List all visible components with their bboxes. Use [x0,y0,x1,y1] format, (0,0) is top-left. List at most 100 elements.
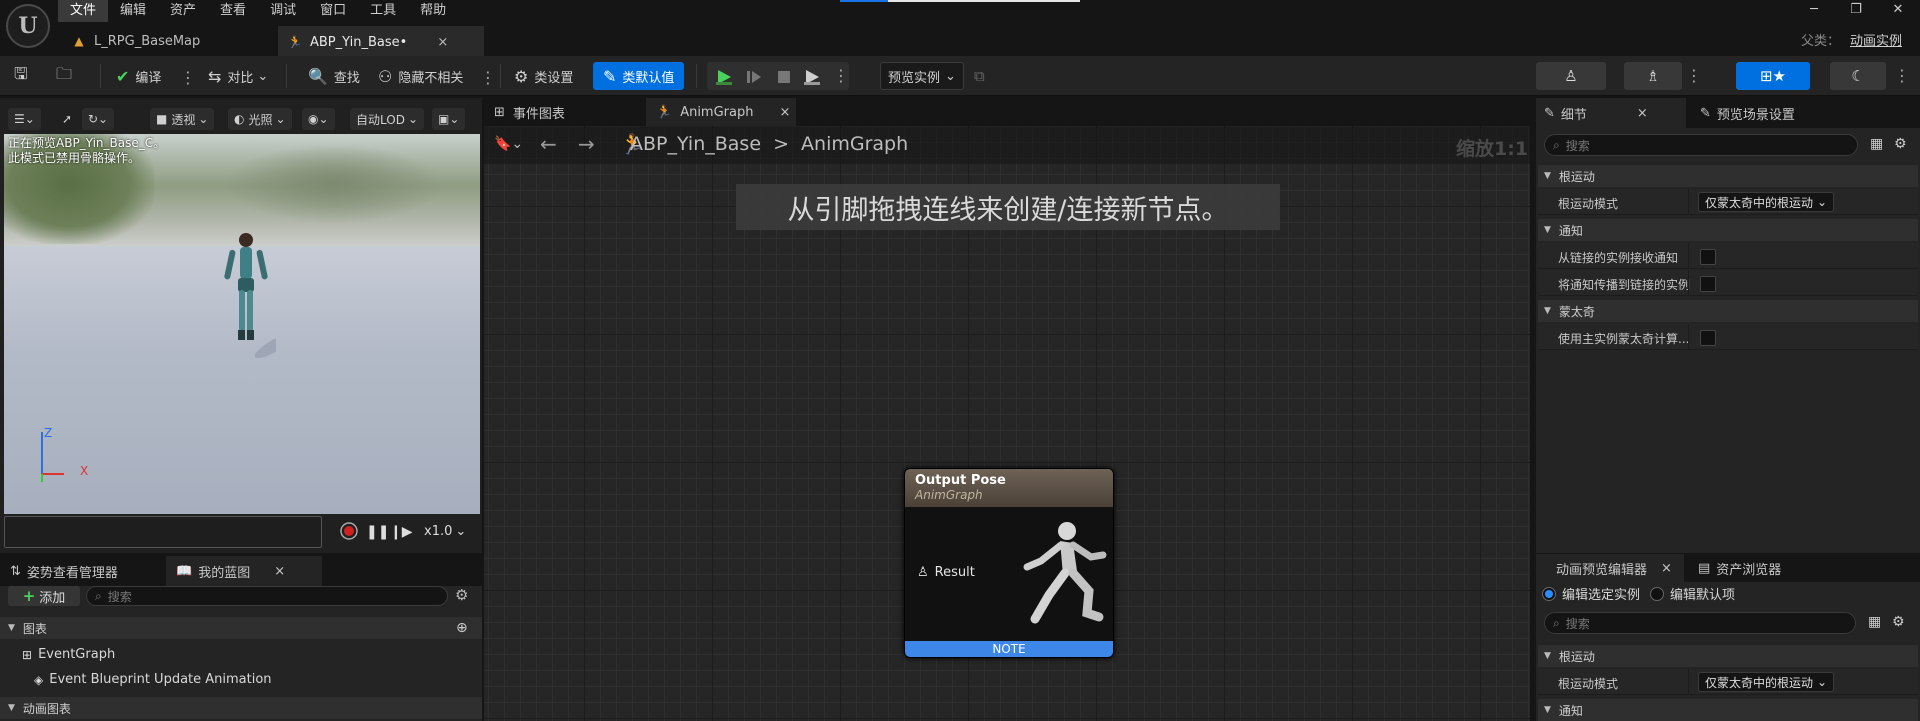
hide-options-icon[interactable]: ⋮ [480,68,496,87]
breadcrumb-leaf[interactable]: AnimGraph [801,133,908,155]
find-icon: 🔍 [308,66,328,86]
propagate-notifies-checkbox[interactable] [1700,276,1716,292]
radio-edit-defaults[interactable]: 编辑默认项 [1650,584,1735,603]
skeleton-mode-button[interactable]: ♙ [1536,62,1606,90]
tab-level-map[interactable]: ▲ L_RPG_BaseMap [62,26,210,56]
compile-button[interactable]: ✔ 编译 [116,62,161,90]
physics-mode-button[interactable]: ☾ [1830,62,1886,90]
step-forward-button[interactable]: ❙▶ [390,524,413,540]
category-root-motion[interactable]: ▼ 根运动 [1538,645,1918,667]
close-tab-icon[interactable]: × [1637,106,1648,121]
menu-tools[interactable]: 工具 [358,0,408,22]
menu-debug[interactable]: 调试 [258,0,308,22]
search-icon: ⌕ [1553,615,1560,630]
tab-anim-graph[interactable]: 🏃 AnimGraph × [646,98,796,126]
close-window-button[interactable]: ✕ [1878,2,1918,22]
tab-anim-preview-editor[interactable]: 动画预览编辑器 × [1536,554,1684,582]
tab-my-blueprint[interactable]: 📖 我的蓝图 × [166,556,322,586]
select-tool-button[interactable]: ➚ [56,108,78,130]
tab-asset-browser[interactable]: ▤ 资产浏览器 [1690,554,1789,582]
timeline-scrubber[interactable] [4,516,322,548]
play-options-icon[interactable]: ⋮ [833,66,849,85]
menu-file[interactable]: 文件 [58,0,109,22]
stop-icon[interactable] [775,68,793,86]
use-main-montage-checkbox[interactable] [1700,330,1716,346]
class-defaults-button[interactable]: ✎ 类默认值 [593,62,685,90]
section-graphs[interactable]: ▼ 图表 ⊕ [0,617,482,639]
lighting-dropdown[interactable]: ◐ 光照 ⌄ [228,108,292,130]
mesh-mode-button[interactable]: ♗ [1624,62,1682,90]
restore-button[interactable]: ❐ [1836,2,1876,22]
find-button[interactable]: 🔍 查找 [308,62,360,90]
physics-options-icon[interactable]: ⋮ [1894,66,1910,85]
settings-gear-icon[interactable]: ⚙ [1892,614,1905,630]
table-view-icon[interactable]: ▦ [1870,136,1883,152]
category-notify[interactable]: ▼ 通知 [1538,699,1918,721]
close-tab-icon[interactable]: × [274,564,285,579]
radio-edit-selected-instance[interactable]: 编辑选定实例 [1542,584,1640,603]
result-pin[interactable]: ♙ Result [917,565,975,580]
browse-button[interactable]: 🗀 [56,62,78,90]
compile-options-icon[interactable]: ⋮ [180,68,196,87]
blueprint-mode-button[interactable]: ⊞★ [1736,62,1810,90]
section-anim-graphs[interactable]: ▼ 动画图表 [0,697,482,719]
parent-class-link[interactable]: 动画实例 [1850,34,1902,49]
unreal-logo-icon[interactable]: U [6,4,50,48]
viewport-options-button[interactable]: ☰⌄ [8,108,41,130]
tab-details[interactable]: ✎ 细节 × [1536,98,1686,128]
tab-preview-scene-settings[interactable]: ✎ 预览场景设置 [1692,98,1803,128]
mode-options-icon[interactable]: ⋮ [1686,66,1702,85]
bookmark-icon[interactable]: 🔖⌄ [494,136,523,152]
debug-object-icon[interactable]: ⧉ [974,67,985,85]
record-button[interactable] [340,522,358,544]
menu-edit[interactable]: 编辑 [108,0,158,22]
lod-dropdown[interactable]: 自动LOD ⌄ [350,108,425,130]
root-motion-mode-dropdown[interactable]: 仅蒙太奇中的根运动 ⌄ [1698,192,1834,212]
output-pose-node[interactable]: Output Pose AnimGraph ♙ Result NOTE [904,468,1114,658]
show-dropdown[interactable]: ◉⌄ [302,108,335,130]
tab-anim-blueprint[interactable]: 🏃 ABP_Yin_Base• × [278,26,484,56]
category-montage[interactable]: ▼ 蒙太奇 [1538,300,1918,322]
my-blueprint-search-input[interactable]: ⌕ 搜索 [86,586,448,606]
receive-notifies-checkbox[interactable] [1700,249,1716,265]
back-arrow-icon[interactable]: ← [540,132,557,156]
table-view-icon[interactable]: ▦ [1868,614,1881,630]
play-icon[interactable] [715,68,733,86]
playback-speed-dropdown[interactable]: x1.0 ⌄ [424,524,466,539]
menu-help[interactable]: 帮助 [408,0,458,22]
tab-event-graph[interactable]: ⊞ 事件图表 [484,98,575,126]
hide-unrelated-button[interactable]: ⚇ 隐藏不相关 [378,62,463,90]
tab-pose-watch[interactable]: ⇅ 姿势查看管理器 [0,556,128,586]
close-tab-icon[interactable]: × [1661,561,1672,576]
menu-window[interactable]: 窗口 [308,0,358,22]
save-button[interactable]: 🖫 [14,62,34,90]
breadcrumb-root[interactable]: ABP_Yin_Base [630,133,761,155]
perspective-dropdown[interactable]: ■ 透视 ⌄ [150,108,215,130]
root-motion-mode-dropdown[interactable]: 仅蒙太奇中的根运动 ⌄ [1698,672,1834,692]
settings-gear-icon[interactable]: ⚙ [1894,136,1907,152]
preview-instance-dropdown[interactable]: 预览实例 ⌄ [880,62,964,90]
tree-item-event-graph[interactable]: ⊞ EventGraph [22,647,115,662]
simulate-icon[interactable] [803,68,821,86]
anim-preview-search-input[interactable]: ⌕ 搜索 [1544,612,1856,634]
pause-button[interactable]: ❚❚ [366,524,389,540]
rotate-tool-button[interactable]: ↻⌄ [82,108,115,130]
menu-view[interactable]: 查看 [208,0,258,22]
minimize-button[interactable]: ─ [1794,2,1834,22]
close-tab-icon[interactable]: × [437,35,448,50]
layout-dropdown[interactable]: ▣⌄ [432,108,466,130]
diff-button[interactable]: ⇆ 对比 ⌄ [208,62,268,90]
details-search-input[interactable]: ⌕ 搜索 [1544,134,1858,156]
category-notify[interactable]: ▼ 通知 [1538,219,1918,241]
category-root-motion[interactable]: ▼ 根运动 [1538,165,1918,187]
forward-arrow-icon[interactable]: → [578,132,595,156]
menu-asset[interactable]: 资产 [158,0,208,22]
settings-gear-icon[interactable]: ⚙ [455,586,468,604]
close-tab-icon[interactable]: × [779,105,790,120]
add-button[interactable]: + 添加 [8,586,80,606]
add-graph-icon[interactable]: ⊕ [456,620,468,636]
step-icon[interactable] [745,68,763,86]
tree-item-event-update[interactable]: ◈ Event Blueprint Update Animation [34,672,272,687]
preview-viewport[interactable]: 正在预览ABP_Yin_Base_C。 此模式已禁用骨骼操作。 Z X [4,134,480,514]
class-settings-button[interactable]: ⚙ 类设置 [514,62,573,90]
